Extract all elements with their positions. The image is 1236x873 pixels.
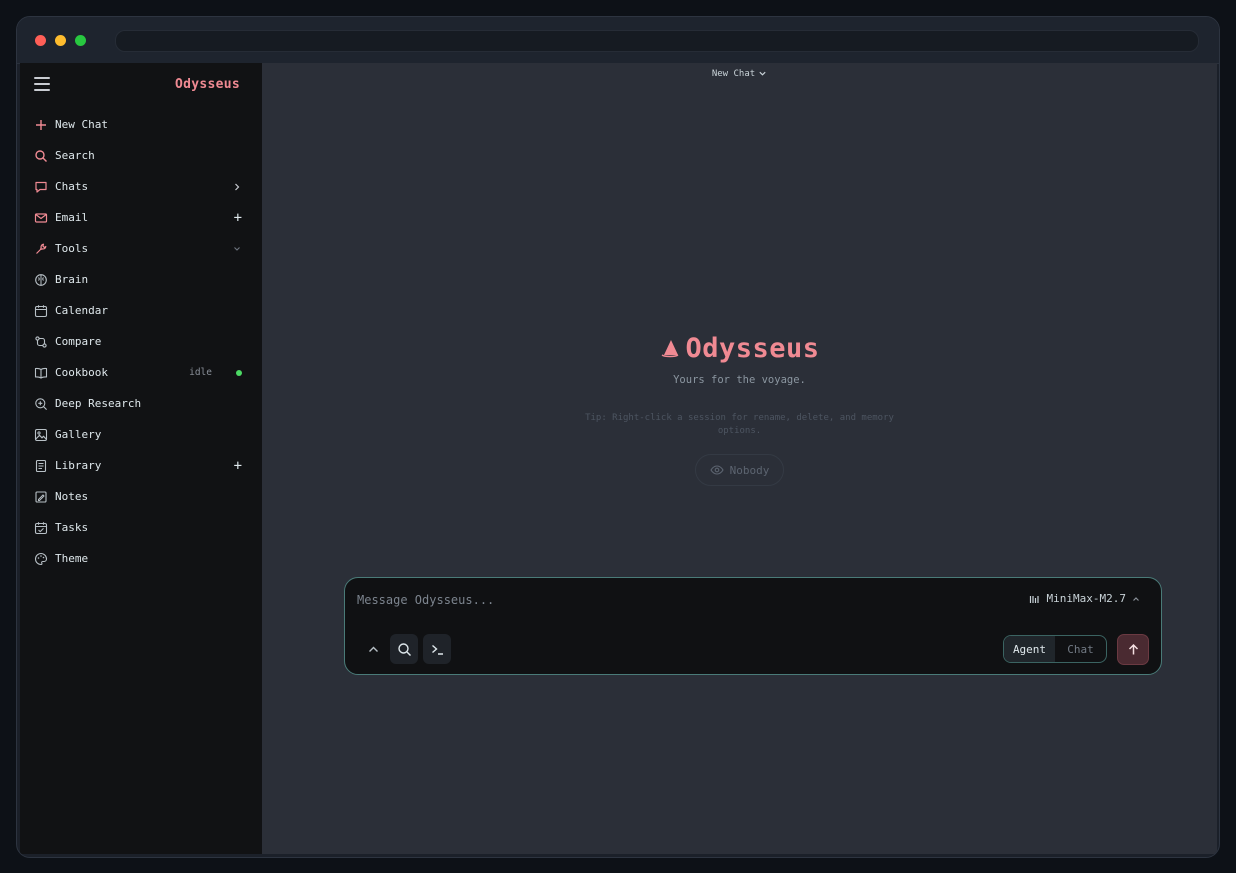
tasks-icon: [34, 521, 48, 535]
mode-agent-button[interactable]: Agent: [1004, 636, 1055, 662]
close-window-button[interactable]: [35, 35, 46, 46]
bars-icon: [1029, 595, 1039, 603]
welcome-hero: Odysseus Yours for the voyage. Tip: Righ…: [262, 333, 1217, 486]
arrow-up-icon: [1128, 643, 1138, 655]
sidebar-item-label: Compare: [55, 335, 102, 348]
message-composer: MiniMax-M2.7 Agent Chat: [344, 577, 1162, 675]
message-input[interactable]: [355, 588, 959, 612]
add-library-button[interactable]: +: [234, 450, 242, 481]
sidebar-item-label: Theme: [55, 552, 89, 565]
session-selector[interactable]: New Chat: [262, 69, 1217, 79]
search-icon: [397, 642, 411, 656]
main-panel: New Chat Odysseus Yours for the voyage. …: [262, 63, 1217, 854]
sidebar-item-gallery[interactable]: Gallery: [20, 419, 262, 450]
title-bar: [17, 17, 1219, 64]
sidebar-item-brain[interactable]: Brain: [20, 264, 262, 295]
address-bar[interactable]: [115, 30, 1199, 52]
send-button[interactable]: [1117, 634, 1149, 665]
tagline: Yours for the voyage.: [673, 374, 806, 386]
sidebar-item-label: Library: [55, 459, 102, 472]
model-selector[interactable]: MiniMax-M2.7: [1029, 592, 1141, 605]
sidebar-item-calendar[interactable]: Calendar: [20, 295, 262, 326]
terminal-icon: [431, 644, 443, 655]
sidebar-item-library[interactable]: Library +: [20, 450, 262, 481]
hamburger-icon[interactable]: [34, 77, 50, 91]
sidebar-item-label: Brain: [55, 273, 89, 286]
sidebar-brand: Odysseus: [174, 77, 240, 92]
visibility-button[interactable]: Nobody: [694, 454, 785, 486]
session-selector-label: New Chat: [711, 69, 756, 79]
calendar-icon: [34, 304, 48, 318]
sidebar-item-theme[interactable]: Theme: [20, 543, 262, 574]
sidebar-item-search[interactable]: Search: [20, 140, 262, 171]
mail-icon: [34, 211, 48, 225]
sidebar-item-email[interactable]: Email +: [20, 202, 262, 233]
library-icon: [34, 459, 48, 473]
expand-tools-button[interactable]: [359, 634, 387, 664]
sidebar-item-label: Deep Research: [55, 397, 142, 410]
sidebar-item-label: Cookbook: [55, 366, 108, 379]
minimize-window-button[interactable]: [55, 35, 66, 46]
chevron-up-icon: [368, 646, 378, 652]
plus-icon: [34, 118, 48, 132]
sidebar-item-notes[interactable]: Notes: [20, 481, 262, 512]
chevron-right-icon[interactable]: [232, 171, 242, 202]
tip-text: Tip: Right-click a session for rename, d…: [585, 413, 894, 436]
status-dot: [236, 369, 242, 376]
chevron-up-icon: [1133, 596, 1139, 601]
notes-icon: [34, 490, 48, 504]
sidebar: Odysseus New Chat Search Chats Email + T…: [20, 63, 262, 854]
chat-bubble-icon: [34, 180, 48, 194]
eye-icon: [709, 465, 724, 475]
mode-chat-button[interactable]: Chat: [1055, 636, 1106, 662]
sidebar-nav: New Chat Search Chats Email + Tools Brai…: [20, 109, 262, 574]
search-icon: [34, 149, 48, 163]
sidebar-item-label: Tasks: [55, 521, 89, 534]
model-name: MiniMax-M2.7: [1046, 592, 1126, 605]
palette-icon: [34, 552, 48, 566]
wrench-icon: [34, 242, 48, 256]
sidebar-item-label: Email: [55, 211, 89, 224]
cookbook-status: idle: [189, 357, 242, 388]
sidebar-item-cookbook[interactable]: Cookbook idle: [20, 357, 262, 388]
status-text: idle: [189, 367, 212, 378]
sidebar-item-tasks[interactable]: Tasks: [20, 512, 262, 543]
image-icon: [34, 428, 48, 442]
chevron-down-icon[interactable]: [232, 233, 242, 264]
sidebar-item-label: Notes: [55, 490, 89, 503]
sidebar-item-label: Chats: [55, 180, 89, 193]
sidebar-item-deep-research[interactable]: Deep Research: [20, 388, 262, 419]
sail-logo-icon: [662, 340, 679, 358]
sidebar-item-compare[interactable]: Compare: [20, 326, 262, 357]
sidebar-item-chats[interactable]: Chats: [20, 171, 262, 202]
chevron-down-icon: [759, 71, 766, 76]
compare-icon: [34, 335, 48, 349]
visibility-label: Nobody: [729, 463, 770, 477]
app-window: Odysseus New Chat Search Chats Email + T…: [16, 16, 1220, 858]
sidebar-item-label: Gallery: [55, 428, 102, 441]
mode-toggle: Agent Chat: [1003, 635, 1107, 663]
sidebar-item-new-chat[interactable]: New Chat: [20, 109, 262, 140]
research-icon: [34, 397, 48, 411]
sidebar-item-label: Calendar: [55, 304, 108, 317]
sidebar-item-tools[interactable]: Tools: [20, 233, 262, 264]
book-open-icon: [34, 366, 48, 380]
brain-icon: [34, 273, 48, 287]
sidebar-item-label: Tools: [55, 242, 89, 255]
hero-title: Odysseus: [262, 333, 1217, 364]
terminal-button[interactable]: [423, 634, 451, 664]
maximize-window-button[interactable]: [75, 35, 86, 46]
web-search-button[interactable]: [390, 634, 418, 664]
sidebar-item-label: New Chat: [55, 118, 108, 131]
add-email-button[interactable]: +: [234, 202, 242, 233]
sidebar-item-label: Search: [55, 149, 95, 162]
hero-title-text: Odysseus: [685, 333, 820, 364]
